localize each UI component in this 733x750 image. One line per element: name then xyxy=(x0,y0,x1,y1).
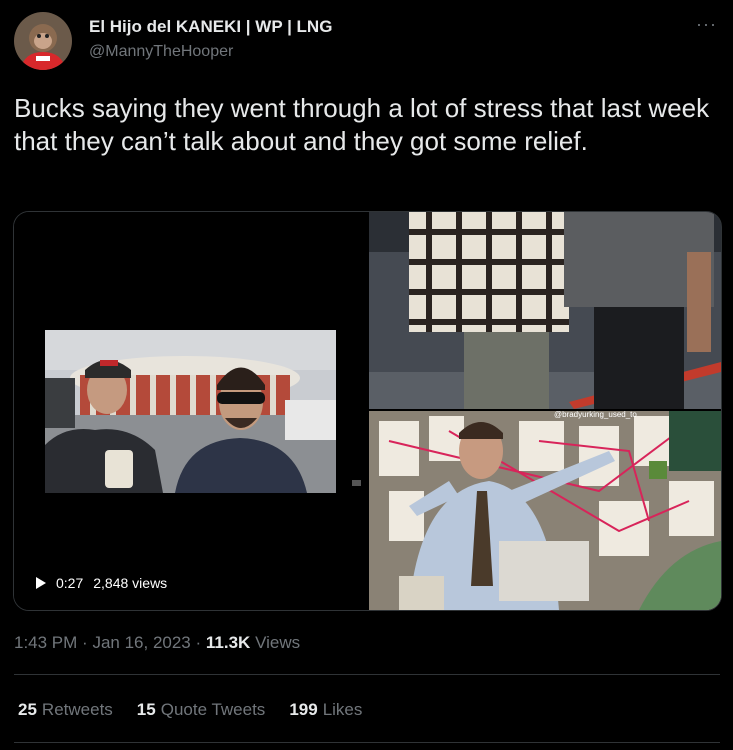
media-image-bottom[interactable]: @bradyurking_used_to xyxy=(369,411,721,610)
video-duration: 0:27 xyxy=(56,575,84,591)
video-info: 0:27 2,848 views xyxy=(36,575,167,591)
engagement-stats: 25 Retweets 15 Quote Tweets 199 Likes xyxy=(18,700,362,720)
divider xyxy=(14,742,720,743)
quote-tweets-stat[interactable]: 15 Quote Tweets xyxy=(137,700,266,720)
quotes-label: Quote Tweets xyxy=(160,700,266,719)
tweet-meta: 1:43 PM · Jan 16, 2023 · 11.3K Views xyxy=(14,633,300,653)
play-icon[interactable] xyxy=(36,577,46,589)
divider xyxy=(14,674,720,675)
likes-label: Likes xyxy=(322,700,363,719)
retweets-label: Retweets xyxy=(41,700,113,719)
media-image-top[interactable] xyxy=(369,212,721,409)
retweets-stat[interactable]: 25 Retweets xyxy=(18,700,113,720)
meta-separator: · xyxy=(195,633,202,652)
likes-stat[interactable]: 199 Likes xyxy=(289,700,362,720)
views-label: Views xyxy=(255,633,301,652)
likes-count: 199 xyxy=(289,700,318,719)
more-options-icon[interactable]: ··· xyxy=(696,14,717,35)
tweet-time[interactable]: 1:43 PM xyxy=(14,633,77,652)
meta-separator: · xyxy=(82,633,88,652)
tweet-text: Bucks saying they went through a lot of … xyxy=(14,93,710,156)
tweet-date[interactable]: Jan 16, 2023 xyxy=(92,633,190,652)
author-display-name[interactable]: El Hijo del KANEKI | WP | LNG xyxy=(89,17,332,37)
media-grid: 0:27 2,848 views @bradyurking_used_to xyxy=(13,211,722,611)
video-views: 2,848 views xyxy=(93,575,168,591)
retweets-count: 25 xyxy=(18,700,37,719)
author-handle[interactable]: @MannyTheHooper xyxy=(89,43,233,61)
view-count: 11.3K xyxy=(205,633,251,652)
quotes-count: 15 xyxy=(136,700,156,719)
channel-logo-icon xyxy=(352,480,361,486)
video-thumbnail[interactable] xyxy=(45,330,336,493)
bottom-image-watermark: @bradyurking_used_to xyxy=(554,411,637,419)
video-player[interactable]: 0:27 2,848 views xyxy=(14,212,368,610)
author-avatar[interactable] xyxy=(14,12,72,70)
